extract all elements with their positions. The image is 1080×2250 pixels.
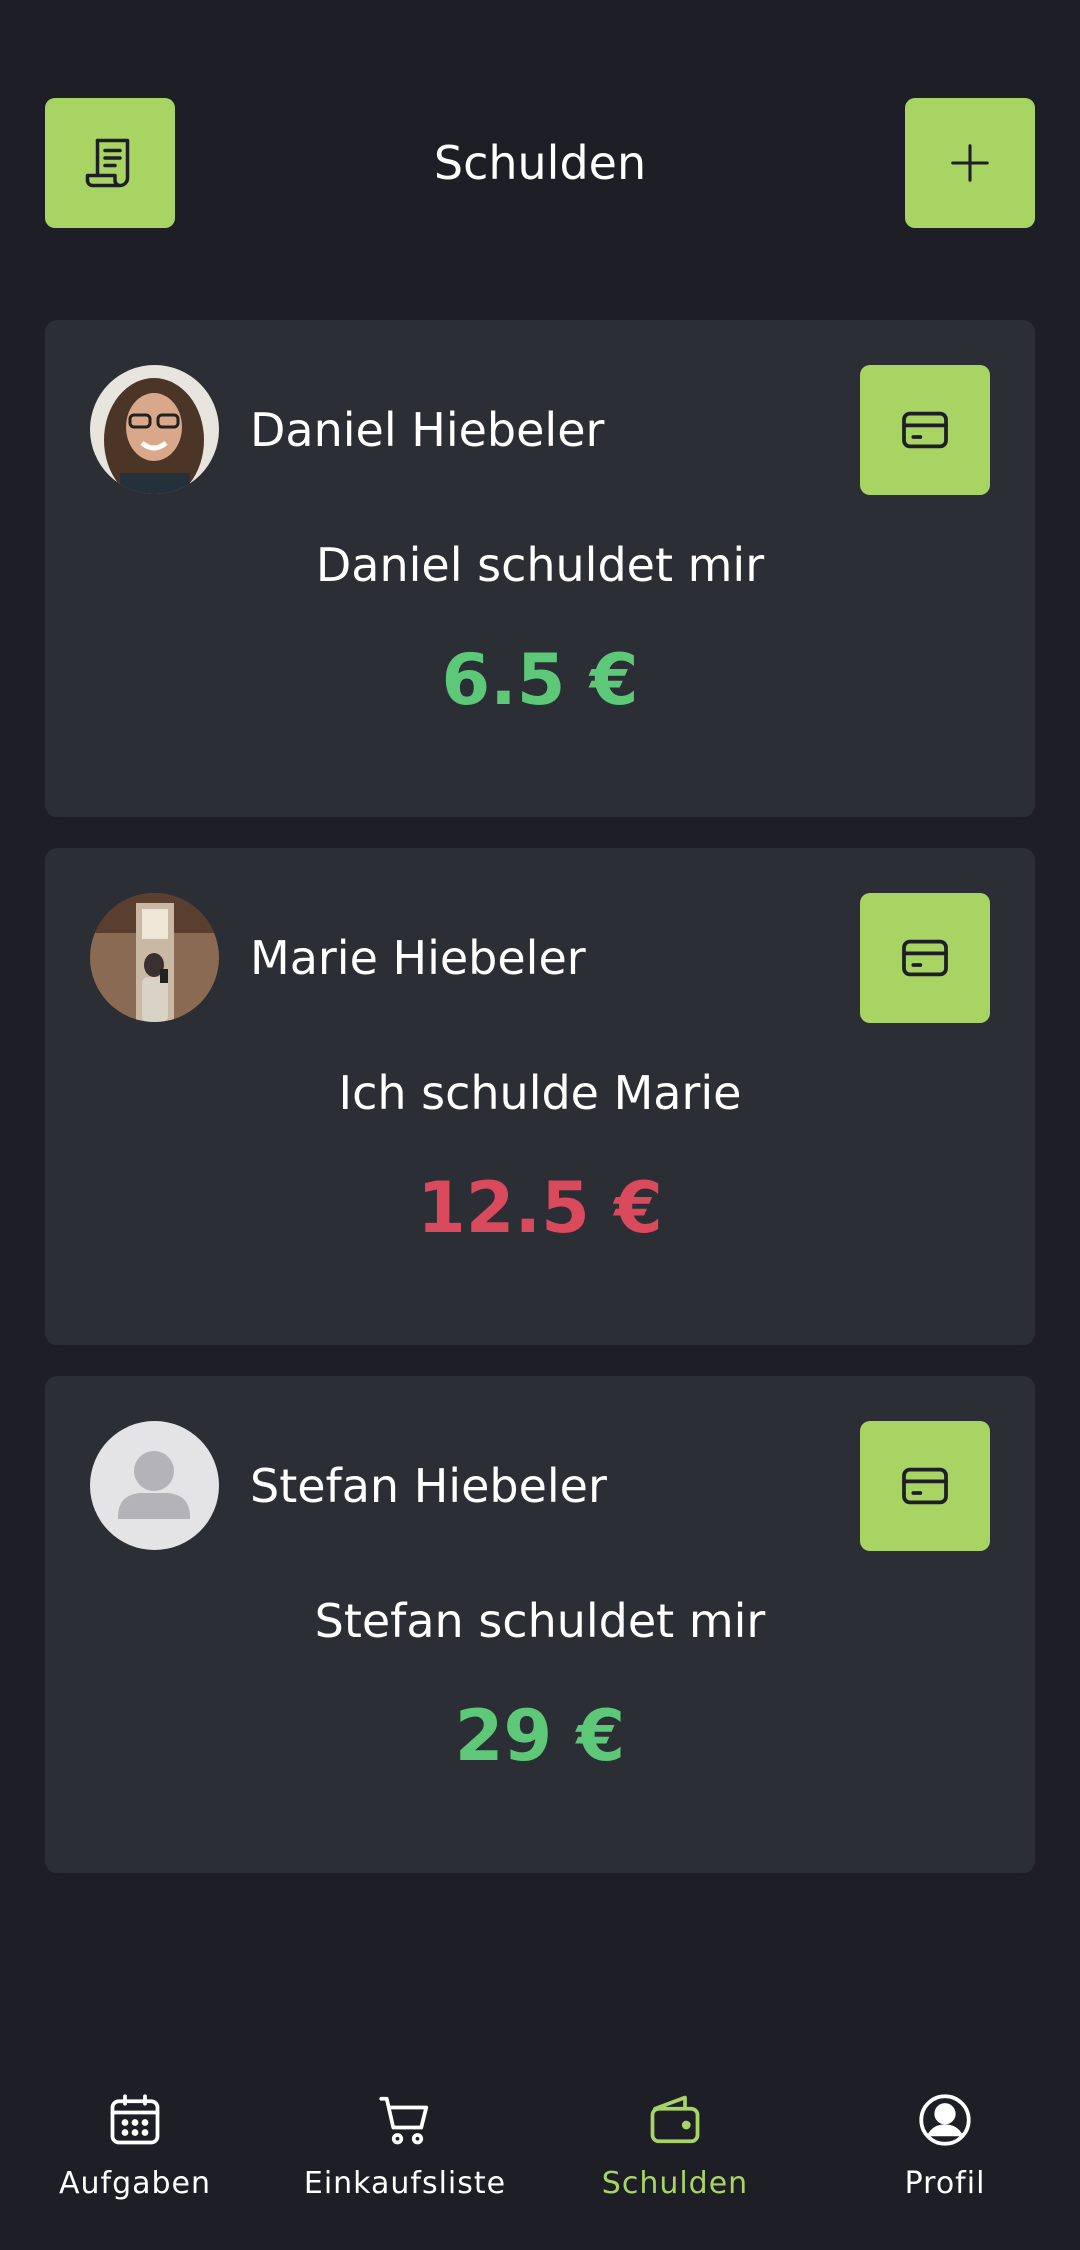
calendar-icon <box>110 2094 160 2145</box>
settle-debt-button[interactable] <box>860 365 990 495</box>
user-circle-icon <box>919 2094 971 2146</box>
nav-label: Einkaufsliste <box>303 2166 507 2201</box>
debt-description: Daniel schuldet mir <box>315 538 765 592</box>
nav-item-schulden[interactable]: Schulden <box>540 2090 810 2220</box>
credit-card-icon <box>902 1467 948 1505</box>
debt-card: Daniel Hiebeler Daniel schuldet mir 6.5 … <box>45 320 1035 817</box>
plus-icon <box>951 144 989 182</box>
person-name: Marie Hiebeler <box>250 931 586 985</box>
nav-label: Profil <box>904 2166 986 2201</box>
debts-screen: Schulden Daniel Hiebeler Daniel schuldet… <box>0 0 1080 2250</box>
debt-description: Ich schulde Marie <box>338 1066 742 1120</box>
nav-label: Schulden <box>601 2166 749 2201</box>
bottom-navigation: Aufgaben Einkaufsliste Schulden Profil <box>0 2060 1080 2250</box>
add-debt-button[interactable] <box>905 98 1035 228</box>
nav-item-einkaufsliste[interactable]: Einkaufsliste <box>270 2090 540 2220</box>
receipts-button[interactable] <box>45 98 175 228</box>
credit-card-icon <box>902 939 948 977</box>
avatar <box>90 893 219 1022</box>
person-name: Stefan Hiebeler <box>250 1459 607 1513</box>
settle-debt-button[interactable] <box>860 1421 990 1551</box>
avatar-placeholder <box>90 1421 219 1550</box>
credit-card-icon <box>902 411 948 449</box>
debt-description: Stefan schuldet mir <box>314 1594 766 1648</box>
person-name: Daniel Hiebeler <box>250 403 605 457</box>
nav-item-aufgaben[interactable]: Aufgaben <box>0 2090 270 2220</box>
debt-card: Marie Hiebeler Ich schulde Marie 12.5 € <box>45 848 1035 1345</box>
receipt-icon <box>85 138 130 188</box>
debt-amount: 6.5 € <box>441 639 639 721</box>
debt-card: Stefan Hiebeler Stefan schuldet mir 29 € <box>45 1376 1035 1873</box>
nav-item-profil[interactable]: Profil <box>810 2090 1080 2220</box>
wallet-icon <box>650 2095 700 2144</box>
nav-label: Aufgaben <box>58 2166 212 2201</box>
header: Schulden <box>45 98 1035 228</box>
avatar <box>90 365 219 494</box>
page-title: Schulden <box>433 136 647 190</box>
cart-icon <box>379 2096 429 2145</box>
debt-amount: 12.5 € <box>417 1167 663 1249</box>
debt-amount: 29 € <box>454 1695 626 1777</box>
settle-debt-button[interactable] <box>860 893 990 1023</box>
